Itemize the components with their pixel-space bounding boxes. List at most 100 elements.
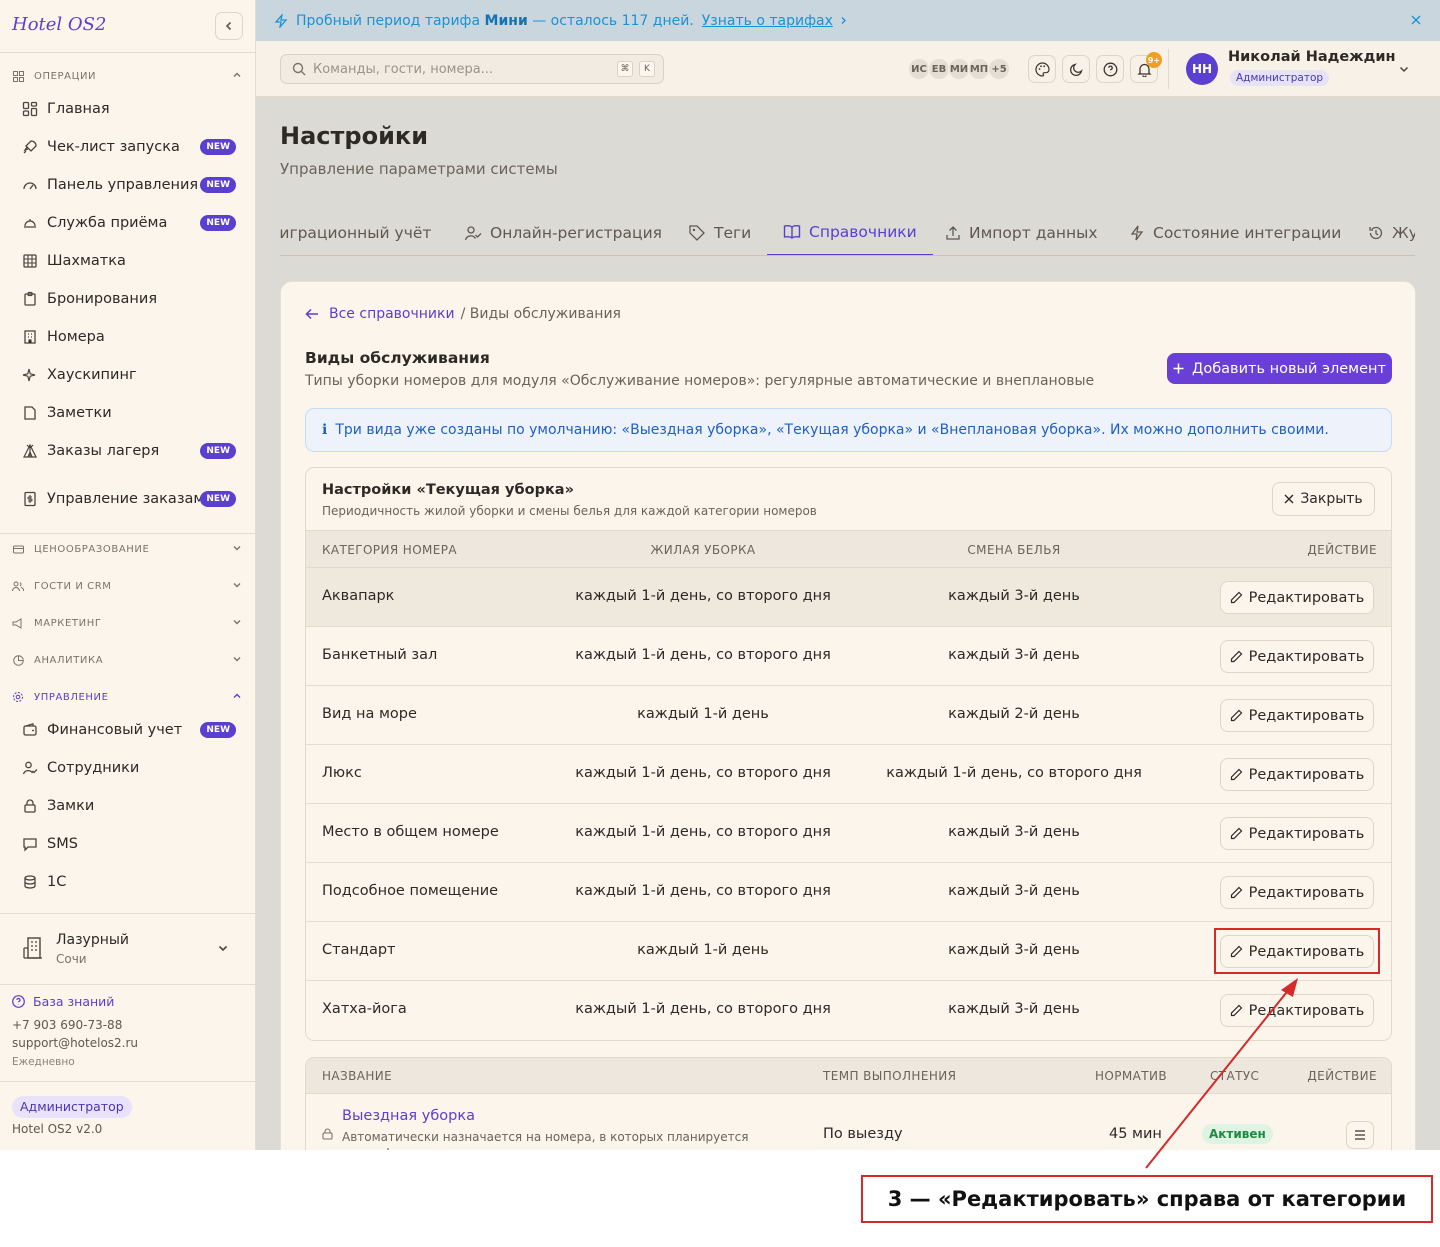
table-row[interactable]: Аквапарк каждый 1-й день, со второго дня… bbox=[306, 568, 1391, 627]
group-analytics[interactable]: АНАЛИТИКА bbox=[12, 651, 244, 669]
tab-online-registration[interactable]: Онлайн-регистрация bbox=[464, 210, 662, 255]
arrow-left-icon[interactable] bbox=[305, 308, 319, 320]
close-banner-icon[interactable] bbox=[1410, 14, 1422, 26]
new-badge: NEW bbox=[200, 177, 236, 193]
breadcrumb-back-link[interactable]: Все справочники bbox=[329, 306, 455, 322]
pricing-link[interactable]: Узнать о тарифах bbox=[702, 13, 833, 29]
table-row[interactable]: Место в общем номере каждый 1-й день, со… bbox=[306, 804, 1391, 863]
cell-category: Подсобное помещение bbox=[322, 883, 499, 899]
sidebar-item-dashboard[interactable]: Панель управления NEW bbox=[12, 173, 244, 197]
user-name[interactable]: Николай Надеждин bbox=[1228, 49, 1396, 65]
group-pricing[interactable]: ЦЕНООБРАЗОВАНИЕ bbox=[12, 540, 244, 558]
theme-palette-button[interactable] bbox=[1028, 55, 1056, 83]
support-email[interactable]: support@hotelos2.ru bbox=[12, 1036, 138, 1050]
sidebar-item-chessboard[interactable]: Шахматка bbox=[12, 249, 244, 273]
sidebar-item-finance[interactable]: Финансовый учет NEW bbox=[12, 718, 244, 742]
new-badge: NEW bbox=[200, 722, 236, 738]
group-management[interactable]: УПРАВЛЕНИЕ bbox=[12, 688, 244, 706]
edit-button[interactable]: Редактировать bbox=[1220, 581, 1374, 614]
status-badge: Активен bbox=[1202, 1124, 1273, 1144]
brand-logo[interactable]: Hotel OS2 bbox=[12, 14, 106, 35]
bell-desk-icon bbox=[18, 211, 42, 235]
table-row[interactable]: Хатха-йога каждый 1-й день, со второго д… bbox=[306, 981, 1391, 1040]
col-pace: ТЕМП ВЫПОЛНЕНИЯ bbox=[823, 1069, 957, 1083]
dark-mode-button[interactable] bbox=[1062, 55, 1090, 83]
table-row[interactable]: Люкс каждый 1-й день, со второго дня каж… bbox=[306, 745, 1391, 804]
edit-label: Редактировать bbox=[1248, 825, 1365, 842]
table-row[interactable]: Банкетный зал каждый 1-й день, со второг… bbox=[306, 627, 1391, 686]
new-badge: NEW bbox=[200, 491, 236, 507]
app-version: Hotel OS2 v2.0 bbox=[12, 1122, 103, 1136]
cell-linen: каждый 3-й день bbox=[948, 647, 1080, 663]
knowledge-base-link[interactable]: База знаний bbox=[12, 994, 114, 1009]
user-avatar[interactable]: НН bbox=[1186, 53, 1218, 85]
edit-button[interactable]: Редактировать bbox=[1220, 994, 1374, 1027]
tab-reference-books[interactable]: Справочники bbox=[767, 210, 933, 255]
tab-tags[interactable]: Теги bbox=[688, 210, 751, 255]
divider bbox=[0, 533, 255, 534]
sidebar-item-launch-checklist[interactable]: Чек-лист запуска NEW bbox=[12, 135, 244, 159]
sidebar-item-camp-orders[interactable]: Заказы лагеря NEW bbox=[12, 439, 244, 463]
edit-button[interactable]: Редактировать bbox=[1220, 640, 1374, 673]
help-button[interactable] bbox=[1096, 55, 1124, 83]
group-operations[interactable]: ОПЕРАЦИИ bbox=[12, 67, 244, 85]
sidebar-item-label: Главная bbox=[47, 101, 110, 117]
sidebar-collapse-button[interactable] bbox=[215, 12, 243, 40]
more-users-count[interactable]: +5 bbox=[988, 58, 1010, 80]
sidebar-item-bookings[interactable]: Бронирования bbox=[12, 287, 244, 311]
online-user-avatar[interactable]: МП bbox=[968, 58, 990, 80]
edit-button[interactable]: Редактировать bbox=[1220, 817, 1374, 850]
chevron-up-icon bbox=[233, 693, 241, 698]
group-guests-crm[interactable]: ГОСТИ И CRM bbox=[12, 577, 244, 595]
chevron-down-icon bbox=[233, 657, 241, 662]
divider bbox=[0, 984, 255, 985]
service-name-link[interactable]: Выездная уборка bbox=[342, 1108, 475, 1124]
chevron-down-icon[interactable] bbox=[1398, 63, 1410, 75]
row-menu-button[interactable] bbox=[1346, 1121, 1374, 1149]
tag-icon bbox=[688, 224, 706, 242]
command-search[interactable]: Команды, гости, номера... ⌘ K bbox=[280, 54, 664, 84]
online-user-avatar[interactable]: ИС bbox=[908, 58, 930, 80]
col-norm: НОРМАТИВ bbox=[1095, 1069, 1168, 1083]
edit-button[interactable]: Редактировать bbox=[1220, 876, 1374, 909]
banner-plan: Мини bbox=[484, 12, 528, 29]
sidebar-item-order-management[interactable]: Управление заказами NEW bbox=[12, 478, 244, 520]
sidebar-item-housekeeping[interactable]: Хаускипинг bbox=[12, 363, 244, 387]
table-row[interactable]: Вид на море каждый 1-й день каждый 2-й д… bbox=[306, 686, 1391, 745]
database-icon bbox=[18, 870, 42, 894]
hotel-switcher[interactable]: Лазурный Сочи bbox=[12, 926, 244, 972]
sidebar-item-staff[interactable]: Сотрудники bbox=[12, 756, 244, 780]
group-marketing[interactable]: МАРКЕТИНГ bbox=[12, 614, 244, 632]
trial-banner: Пробный период тарифа Мини — осталось 11… bbox=[256, 0, 1440, 41]
card-icon bbox=[12, 543, 24, 555]
pencil-icon bbox=[1230, 1004, 1242, 1017]
divider bbox=[0, 1081, 255, 1082]
tab-journal[interactable]: Журнал bbox=[1368, 210, 1415, 255]
sidebar-item-home[interactable]: Главная bbox=[12, 97, 244, 121]
panel-subtitle: Периодичность жилой уборки и смены белья… bbox=[322, 504, 817, 518]
wallet-icon bbox=[18, 718, 42, 742]
edit-label: Редактировать bbox=[1248, 766, 1365, 783]
online-user-avatar[interactable]: МИ bbox=[948, 58, 970, 80]
tab-migration[interactable]: Миграционный учёт bbox=[280, 210, 431, 255]
sidebar-item-1c[interactable]: 1С bbox=[12, 870, 244, 894]
group-label: АНАЛИТИКА bbox=[34, 654, 104, 666]
sidebar-item-sms[interactable]: SMS bbox=[12, 832, 244, 856]
tab-integration-status[interactable]: Состояние интеграции bbox=[1129, 210, 1341, 255]
sidebar-item-rooms[interactable]: Номера bbox=[12, 325, 244, 349]
cell-cleaning: каждый 1-й день bbox=[637, 942, 769, 958]
sidebar-item-front-desk[interactable]: Служба приёма NEW bbox=[12, 211, 244, 235]
close-panel-button[interactable]: Закрыть bbox=[1272, 482, 1375, 516]
support-phone[interactable]: +7 903 690-73-88 bbox=[12, 1018, 122, 1032]
online-user-avatar[interactable]: ЕВ bbox=[928, 58, 950, 80]
table-row[interactable]: Подсобное помещение каждый 1-й день, со … bbox=[306, 863, 1391, 922]
tab-import[interactable]: Импорт данных bbox=[945, 210, 1098, 255]
sidebar-item-notes[interactable]: Заметки bbox=[12, 401, 244, 425]
edit-label: Редактировать bbox=[1248, 1002, 1365, 1019]
settings-tabs: Миграционный учёт Онлайн-регистрация Тег… bbox=[280, 210, 1415, 256]
add-element-button[interactable]: Добавить новый элемент bbox=[1167, 353, 1392, 384]
edit-button[interactable]: Редактировать bbox=[1220, 758, 1374, 791]
sidebar-item-locks[interactable]: Замки bbox=[12, 794, 244, 818]
edit-button[interactable]: Редактировать bbox=[1220, 699, 1374, 732]
breadcrumb-current: / Виды обслуживания bbox=[460, 306, 621, 322]
